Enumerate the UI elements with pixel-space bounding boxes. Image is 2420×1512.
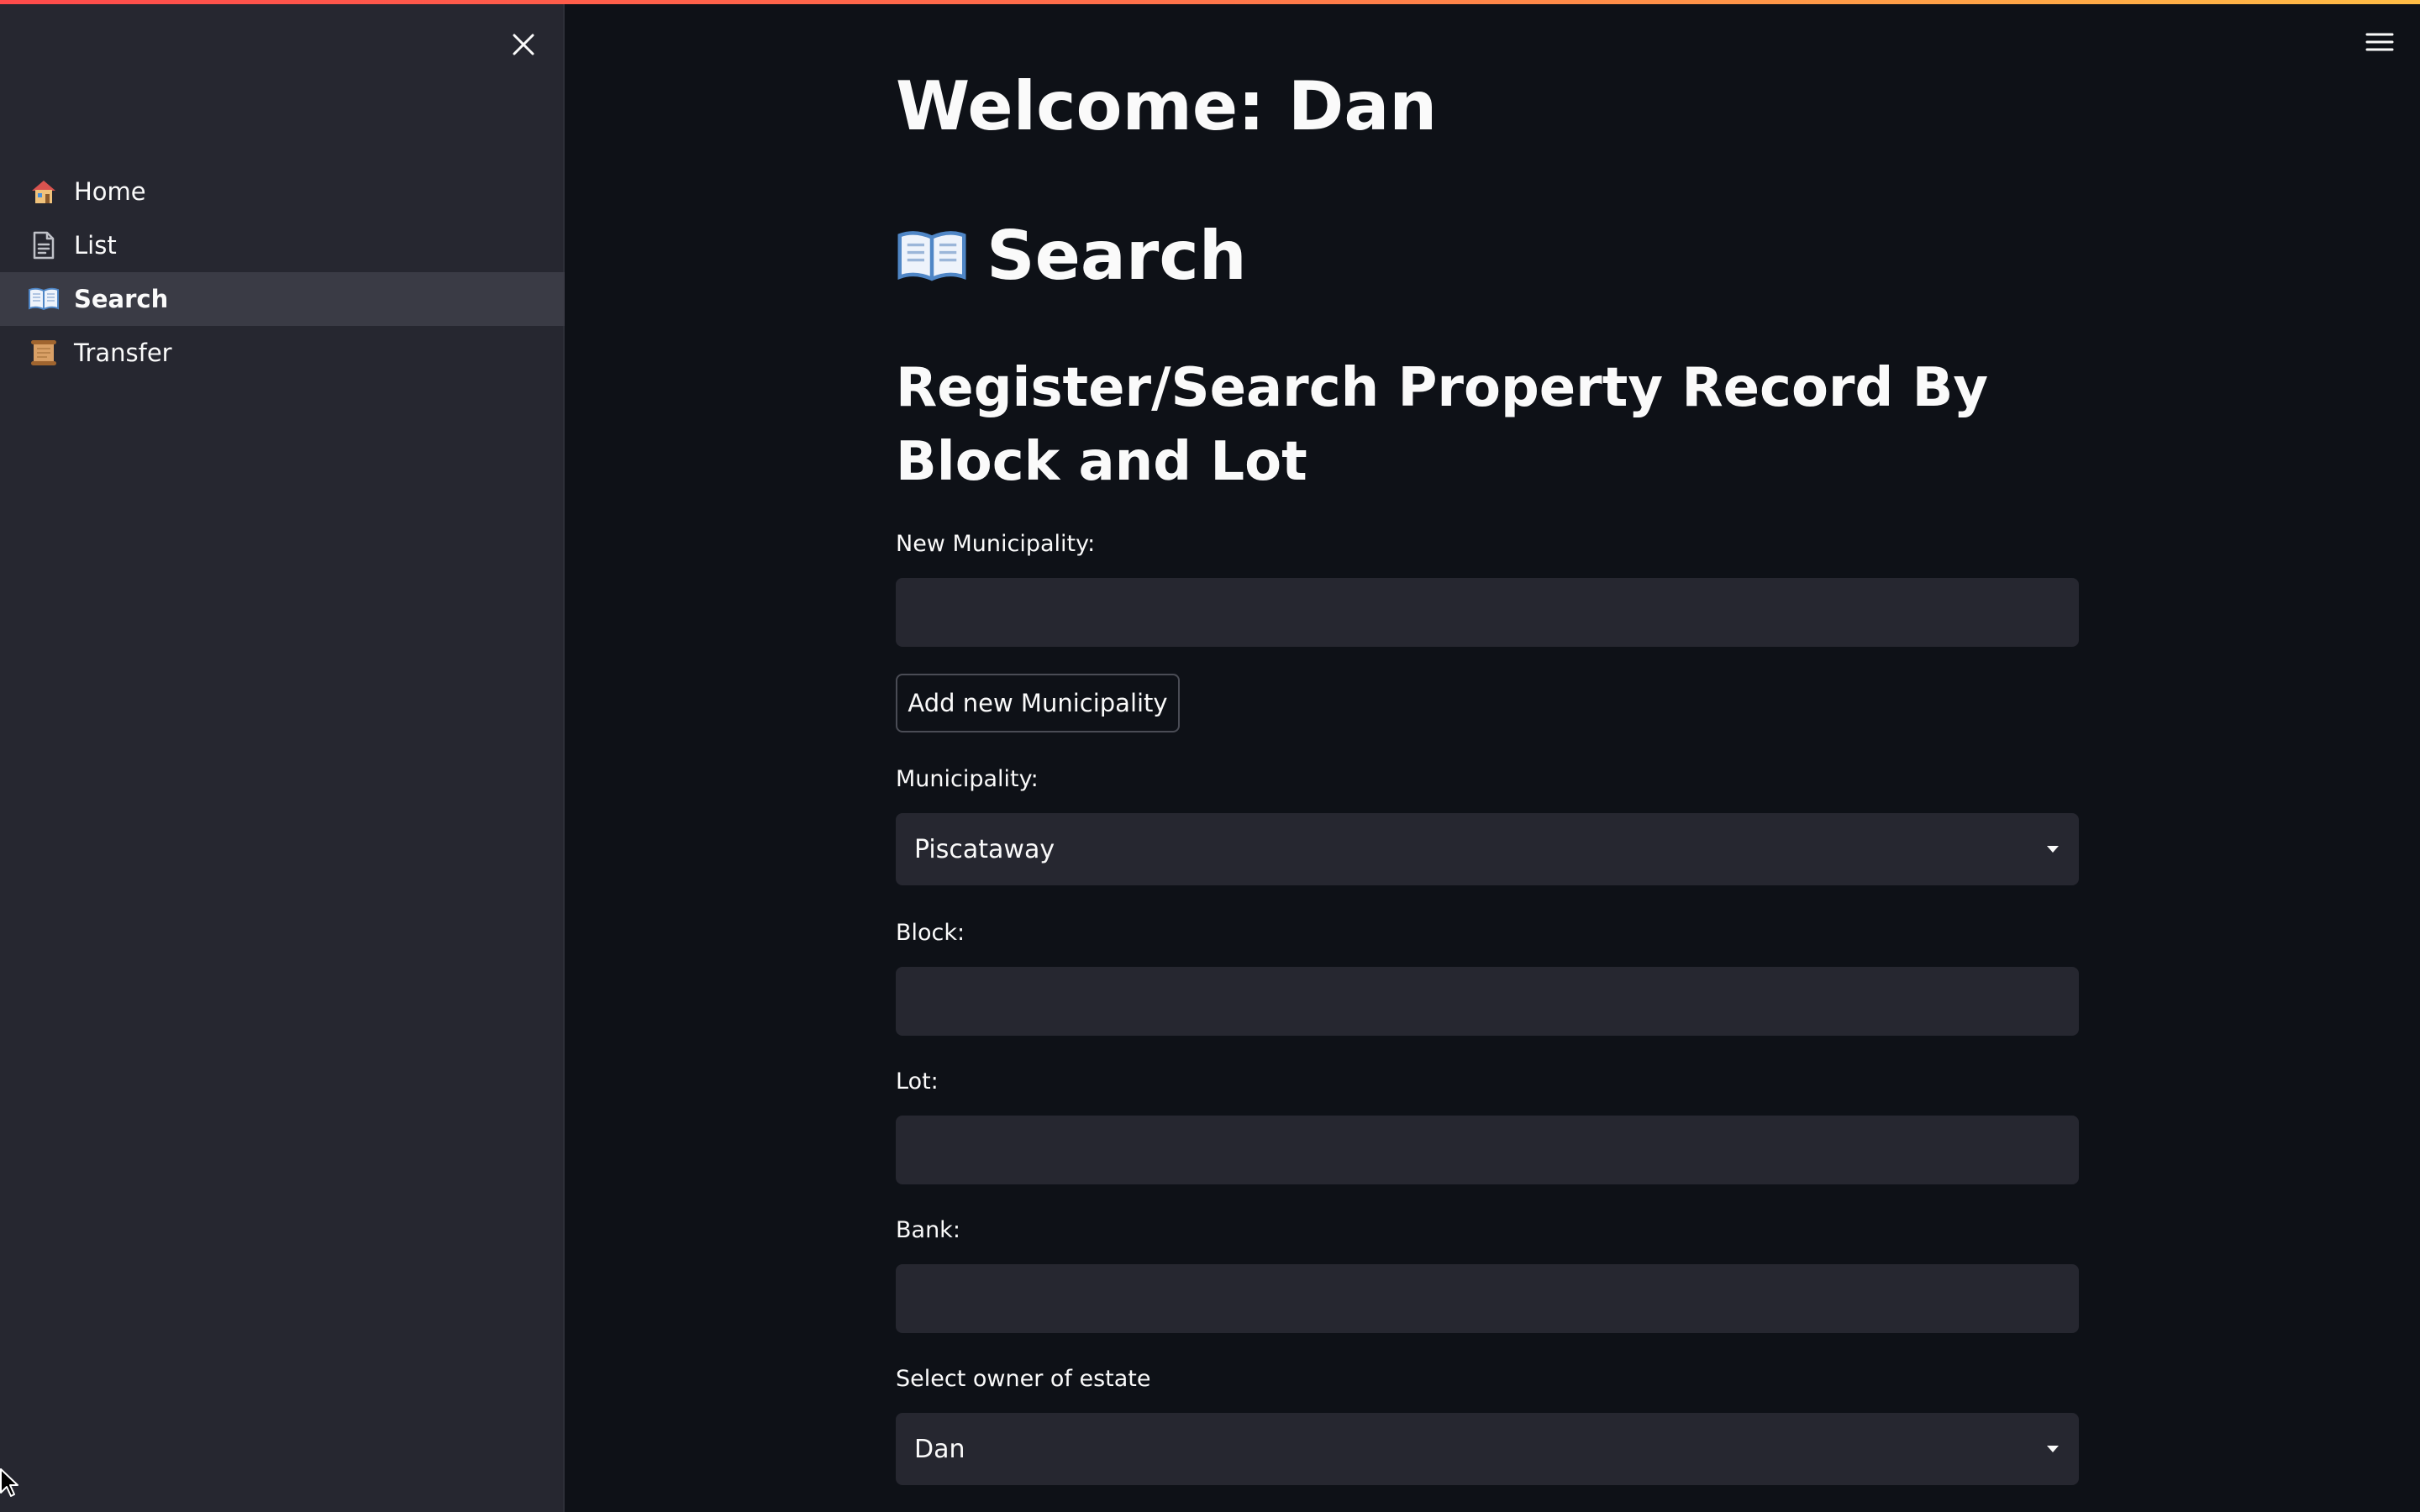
sidebar-item-transfer[interactable]: Transfer xyxy=(0,326,565,380)
block-input[interactable] xyxy=(896,967,2079,1036)
page-title: Search xyxy=(896,210,1247,302)
block-label: Block: xyxy=(896,920,965,946)
open-book-icon xyxy=(27,282,60,316)
top-accent-bar xyxy=(0,0,2420,4)
sidebar-item-search[interactable]: Search xyxy=(0,272,565,326)
caret-down-icon xyxy=(2047,1446,2059,1452)
sidebar-item-label: Home xyxy=(74,177,146,206)
municipality-label: Municipality: xyxy=(896,766,1039,792)
new-municipality-label: New Municipality: xyxy=(896,531,1096,557)
welcome-heading: Welcome: Dan xyxy=(896,67,1438,145)
add-municipality-button[interactable]: Add new Municipality xyxy=(896,674,1180,732)
document-icon xyxy=(27,228,60,262)
municipality-select[interactable]: Piscataway xyxy=(896,813,2079,885)
bank-label: Bank: xyxy=(896,1217,960,1243)
sidebar-item-home[interactable]: Home xyxy=(0,165,565,218)
owner-select[interactable]: Dan xyxy=(896,1413,2079,1485)
municipality-selected-value: Piscataway xyxy=(914,834,1055,864)
sidebar-item-label: Transfer xyxy=(74,339,172,367)
close-sidebar-button[interactable] xyxy=(506,27,541,62)
bank-input[interactable] xyxy=(896,1264,2079,1333)
house-icon xyxy=(27,175,60,208)
owner-selected-value: Dan xyxy=(914,1434,965,1464)
owner-label: Select owner of estate xyxy=(896,1366,1151,1392)
main-menu-button[interactable] xyxy=(2363,25,2396,59)
scroll-icon xyxy=(27,336,60,370)
caret-down-icon xyxy=(2047,846,2059,853)
sidebar: Home List Search Transfer xyxy=(0,0,565,1512)
sidebar-item-label: List xyxy=(74,231,117,260)
open-book-icon xyxy=(897,231,966,281)
page-title-text: Search xyxy=(986,217,1247,295)
lot-input[interactable] xyxy=(896,1116,2079,1184)
sidebar-item-list[interactable]: List xyxy=(0,218,565,272)
sidebar-nav: Home List Search Transfer xyxy=(0,165,565,380)
lot-label: Lot: xyxy=(896,1068,939,1095)
mouse-cursor-icon xyxy=(0,1468,18,1497)
close-icon xyxy=(513,34,534,55)
section-title: Register/Search Property Record By Block… xyxy=(896,357,1989,493)
sidebar-item-label: Search xyxy=(74,285,169,313)
new-municipality-input[interactable] xyxy=(896,578,2079,647)
hamburger-menu-icon xyxy=(2365,33,2394,51)
